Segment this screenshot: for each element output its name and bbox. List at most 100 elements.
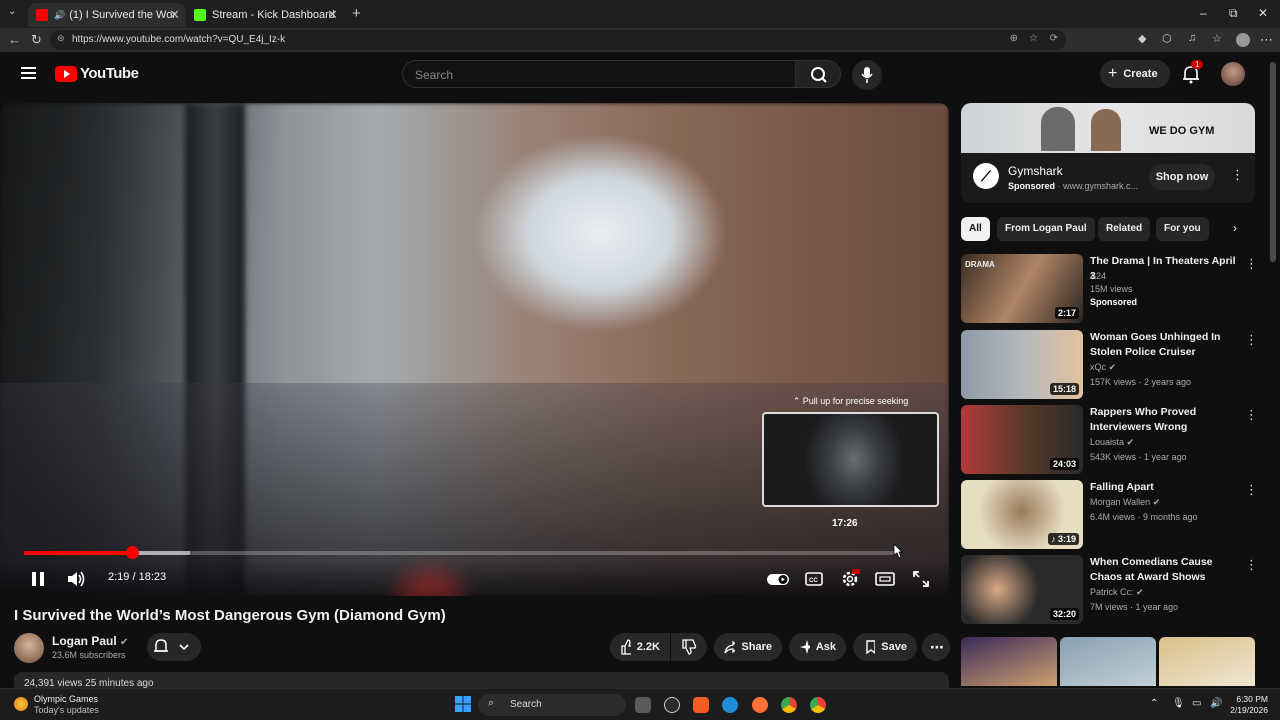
channel-name[interactable]: Logan Paul ✔: [52, 634, 128, 648]
chrome-profile-icon[interactable]: [810, 697, 826, 713]
reload-icon[interactable]: ↻: [31, 32, 42, 48]
zoom-icon[interactable]: ⊕: [1010, 33, 1018, 44]
channel-avatar[interactable]: [14, 633, 44, 663]
hamburger-menu-icon[interactable]: [21, 67, 36, 79]
tab-kick-dashboard[interactable]: Stream - Kick Dashboard ✕: [186, 3, 344, 27]
tab-youtube[interactable]: 🔊 (1) I Survived the World's Mo ✕: [28, 3, 186, 27]
ad-more-icon[interactable]: ⋮: [1231, 167, 1244, 183]
progress-bar[interactable]: [24, 546, 896, 559]
youtube-logo[interactable]: YouTube: [55, 65, 139, 82]
subscribed-notifications-button[interactable]: [147, 633, 201, 661]
recommendation-item[interactable]: 32:20 When Comedians Cause Chaos at Awar…: [961, 555, 1261, 625]
recommendation-thumbnail[interactable]: 32:20: [961, 555, 1083, 624]
restore-icon[interactable]: ⧉: [1229, 6, 1238, 21]
chip-all[interactable]: All: [961, 217, 990, 241]
bookmark-star-icon[interactable]: ☆: [1029, 33, 1038, 44]
browser-menu-icon[interactable]: ⋯: [1260, 32, 1273, 48]
close-tab-icon[interactable]: ✕: [169, 7, 180, 23]
tab-list-chevron-icon[interactable]: ⌄: [8, 6, 16, 17]
voice-search-button[interactable]: [852, 60, 882, 90]
taskbar-search[interactable]: ⌕ Search: [478, 694, 626, 716]
search-input[interactable]: Search: [402, 60, 796, 88]
scrollbar-thumb[interactable]: [1270, 62, 1276, 262]
site-info-icon[interactable]: ⊜: [57, 33, 65, 44]
edge-browser-icon[interactable]: [722, 697, 738, 713]
youtube-header: YouTube Search + Create 1: [0, 52, 1268, 96]
recommendation-thumbnail[interactable]: 15:18: [961, 330, 1083, 399]
volume-button[interactable]: [66, 569, 86, 589]
autoplay-toggle[interactable]: [767, 569, 791, 589]
task-view-icon[interactable]: [635, 697, 651, 713]
olympic-flame-icon[interactable]: [14, 697, 28, 711]
shorts-thumbnail[interactable]: [1060, 637, 1156, 686]
create-button[interactable]: + Create: [1100, 60, 1170, 88]
fullscreen-button[interactable]: [911, 569, 931, 589]
extensions-puzzle-icon[interactable]: ⬡: [1162, 32, 1172, 45]
more-vertical-icon[interactable]: ⋮: [1245, 482, 1258, 498]
minimize-icon[interactable]: –: [1200, 6, 1207, 20]
description-box[interactable]: 24,391 views 25 minutes ago: [14, 672, 949, 688]
share-button[interactable]: Share: [714, 633, 782, 661]
settings-button[interactable]: [840, 569, 860, 589]
shorts-thumbnail[interactable]: [1159, 637, 1255, 686]
captions-button[interactable]: CC: [804, 569, 824, 589]
close-window-icon[interactable]: ✕: [1258, 6, 1268, 20]
new-tab-icon[interactable]: +: [352, 5, 361, 22]
close-tab-icon[interactable]: ✕: [327, 7, 338, 23]
reader-icon[interactable]: ⟳: [1050, 33, 1058, 44]
recommendation-thumbnail[interactable]: 24:03: [961, 405, 1083, 474]
profile-avatar-icon[interactable]: [1236, 33, 1250, 47]
chip-for-you[interactable]: For you: [1156, 217, 1209, 241]
more-vertical-icon[interactable]: ⋮: [1245, 407, 1258, 423]
recommendation-item[interactable]: 15:18 Woman Goes Unhinged In Stolen Poli…: [961, 330, 1261, 400]
speaker-icon[interactable]: 🔊: [1210, 698, 1222, 709]
clock[interactable]: 6:30 PM 2/19/2026: [1228, 694, 1268, 716]
dislike-button[interactable]: [671, 633, 707, 661]
ask-button[interactable]: Ask: [789, 633, 846, 661]
like-button[interactable]: 2.2K: [610, 633, 670, 661]
media-icon[interactable]: ♫: [1188, 32, 1196, 44]
recommendation-item[interactable]: DRAMA 2:17 The Drama | In Theaters April…: [961, 254, 1261, 324]
bell-icon: [154, 639, 189, 652]
more-vertical-icon[interactable]: ⋮: [1245, 256, 1258, 272]
favorites-icon[interactable]: ☆: [1212, 32, 1222, 45]
chip-related[interactable]: Related: [1098, 217, 1151, 241]
sponsored-ad-card[interactable]: WE DO GYM ⟋ Gymshark Sponsored · www.gym…: [961, 103, 1255, 203]
network-icon[interactable]: ▭: [1192, 698, 1201, 709]
search-icon: [811, 67, 827, 83]
brave-browser-icon[interactable]: [693, 697, 709, 713]
chips-next-chevron-icon[interactable]: ›: [1233, 221, 1237, 235]
microphone-icon: [861, 67, 873, 83]
video-player[interactable]: ⌃ Pull up for precise seeking 17:26 2:19…: [0, 103, 949, 596]
theater-mode-button[interactable]: [875, 569, 895, 589]
news-widget[interactable]: Olympic Games Today's updates: [34, 694, 99, 716]
recommendation-title: When Comedians Cause Chaos at Award Show…: [1090, 556, 1213, 583]
url-field[interactable]: ⊜ https://www.youtube.com/watch?v=QU_E4j…: [50, 30, 1066, 50]
notifications-bell-button[interactable]: 1: [1182, 60, 1204, 84]
pause-button[interactable]: [28, 569, 48, 589]
more-actions-button[interactable]: ⋯: [922, 633, 950, 661]
firefox-icon[interactable]: [752, 697, 768, 713]
save-button[interactable]: Save: [853, 633, 917, 661]
search-button[interactable]: [795, 60, 841, 88]
audio-playing-icon[interactable]: 🔊: [54, 10, 65, 21]
tray-mic-icon[interactable]: 🎙: [1172, 698, 1185, 709]
extension-diamond-icon[interactable]: ◆: [1138, 32, 1146, 45]
app-icon[interactable]: [664, 697, 680, 713]
shop-now-button[interactable]: Shop now: [1149, 164, 1215, 190]
windows-start-icon[interactable]: [455, 696, 471, 712]
more-vertical-icon[interactable]: ⋮: [1245, 332, 1258, 348]
chip-from-logan-paul[interactable]: From Logan Paul: [997, 217, 1095, 241]
back-arrow-icon[interactable]: ←: [8, 32, 21, 47]
seek-hint-text: Pull up for precise seeking: [802, 396, 909, 406]
chrome-icon[interactable]: [781, 697, 797, 713]
more-vertical-icon[interactable]: ⋮: [1245, 557, 1258, 573]
recommendation-item[interactable]: ♪ 3:19 Falling Apart Morgan Wallen ✔ 6.4…: [961, 480, 1261, 550]
recommendation-thumbnail[interactable]: ♪ 3:19: [961, 480, 1083, 549]
recommendation-item[interactable]: 24:03 Rappers Who Proved Interviewers Wr…: [961, 405, 1261, 475]
account-avatar[interactable]: [1221, 62, 1245, 86]
tray-chevron-icon[interactable]: ⌃: [1150, 698, 1158, 709]
shorts-thumbnail[interactable]: [961, 637, 1057, 686]
recommendation-thumbnail[interactable]: DRAMA 2:17: [961, 254, 1083, 323]
page-scrollbar[interactable]: [1268, 52, 1280, 688]
